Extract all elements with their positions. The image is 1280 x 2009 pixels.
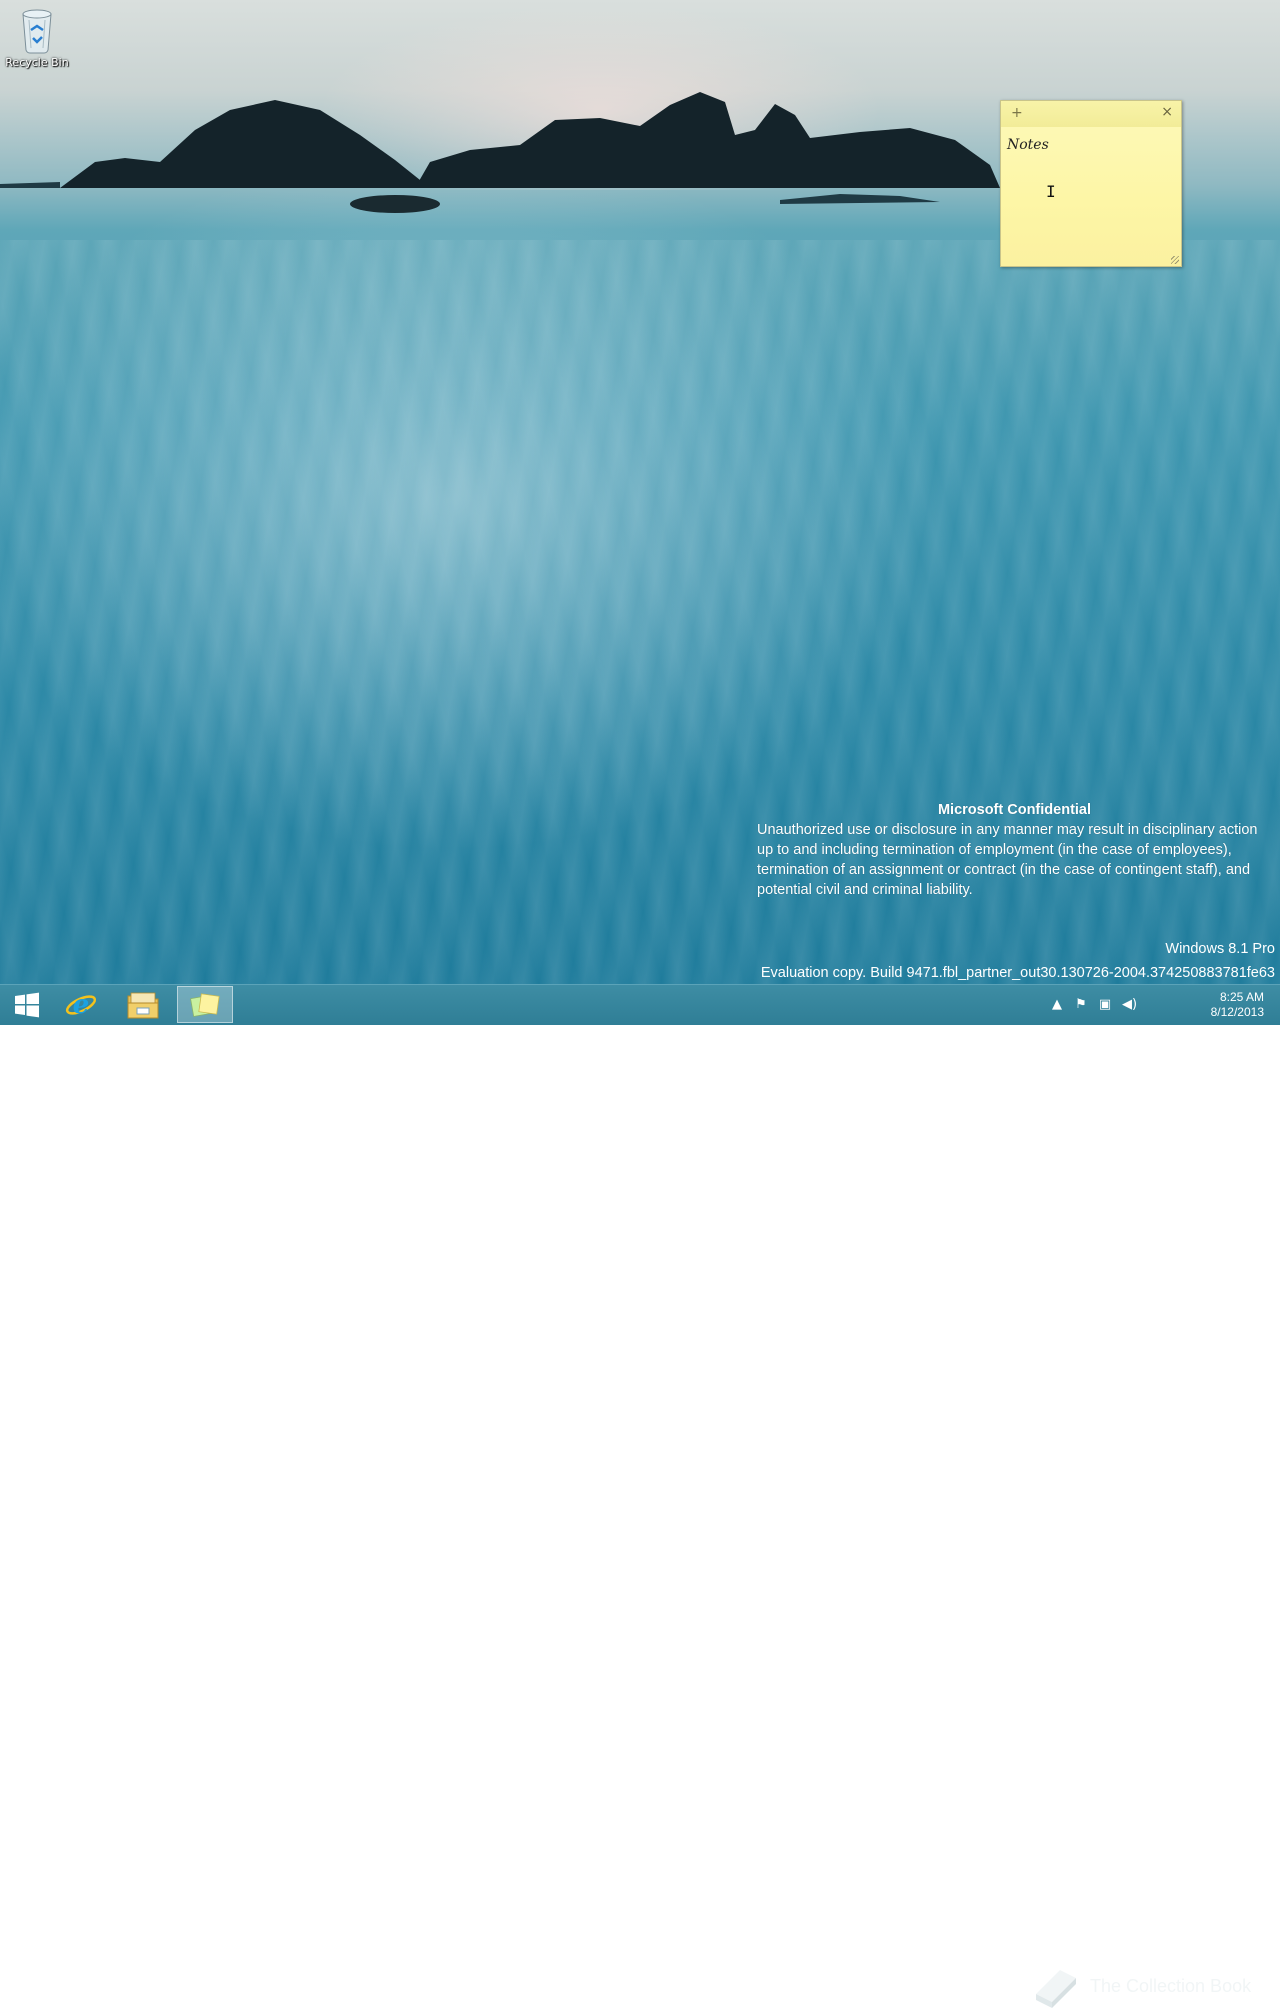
folder-icon: [127, 992, 159, 1018]
internet-explorer-icon: e: [65, 990, 97, 1020]
recycle-bin-shortcut[interactable]: Recycle Bin: [4, 4, 70, 76]
confidential-title: Microsoft Confidential: [937, 802, 1092, 818]
system-tray: ▲ ⚑ ▣ ◀) 8:25 AM 8/12/2013: [1050, 985, 1280, 1025]
clock-date: 8/12/2013: [1210, 1005, 1264, 1019]
sticky-note-window[interactable]: + × Notes: [1000, 100, 1182, 267]
volume-icon[interactable]: ◀): [1122, 997, 1137, 1012]
start-button[interactable]: [0, 986, 54, 1023]
watermark-brand-text: The Collection Book: [1090, 1975, 1252, 1996]
sticky-notes-button[interactable]: [177, 986, 233, 1023]
flag-icon[interactable]: ⚑: [1074, 997, 1088, 1012]
confidential-notice: Microsoft Confidential Unauthorized use …: [757, 800, 1277, 900]
book-icon: [1036, 1970, 1076, 2008]
recycle-bin-label: Recycle Bin: [5, 56, 69, 69]
sticky-note-text[interactable]: Notes: [1007, 137, 1049, 153]
svg-text:e: e: [73, 990, 90, 1020]
recycle-bin-icon: [22, 9, 52, 54]
add-note-button[interactable]: +: [1011, 105, 1023, 121]
chevron-up-icon[interactable]: ▲: [1050, 997, 1064, 1012]
clock-time: 8:25 AM: [1219, 990, 1264, 1004]
network-icon[interactable]: ▣: [1098, 997, 1112, 1012]
text-cursor-icon: I: [1046, 182, 1056, 201]
watermark-brand: The Collection Book: [1030, 1963, 1251, 2009]
resize-grip-icon[interactable]: [1171, 256, 1179, 264]
clock[interactable]: 8:25 AM 8/12/2013: [1211, 990, 1264, 1020]
sticky-note-titlebar[interactable]: + ×: [1001, 101, 1181, 127]
file-explorer-button[interactable]: [116, 986, 170, 1023]
windows-logo-icon: [15, 992, 39, 1017]
close-note-button[interactable]: ×: [1161, 104, 1173, 120]
build-string: Evaluation copy. Build 9471.fbl_partner_…: [760, 965, 1275, 981]
confidential-body: Unauthorized use or disclosure in any ma…: [757, 822, 1258, 898]
windows-edition: Windows 8.1 Pro: [1165, 941, 1275, 957]
internet-explorer-button[interactable]: e: [54, 986, 108, 1023]
sticky-notes-icon: [190, 992, 220, 1017]
taskbar: e The Collection Book ▲ ⚑ ▣ ◀) 8:25 AM 8…: [0, 984, 1280, 2008]
desktop-background: Recycle Bin + × Notes I Microsoft Confid…: [0, 0, 1280, 984]
